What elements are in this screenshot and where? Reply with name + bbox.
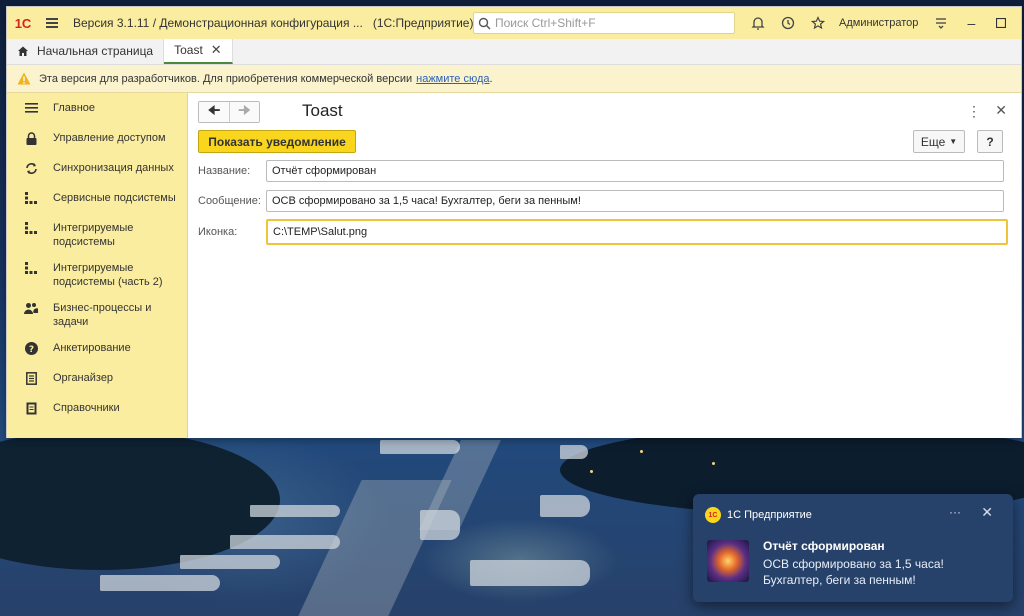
notice-suffix: . bbox=[489, 72, 493, 85]
list-icon bbox=[21, 101, 41, 114]
sidebar-item-integrated[interactable]: Интегрируемые подсистемы bbox=[7, 215, 187, 255]
grid-icon bbox=[21, 261, 41, 274]
show-notification-button[interactable]: Показать уведомление bbox=[198, 130, 356, 153]
notice-text: Эта версия для разработчиков. Для приобр… bbox=[39, 72, 413, 85]
field-name: Название: Отчёт сформирован bbox=[198, 160, 1004, 182]
fireworks-image bbox=[707, 540, 749, 582]
tab-home[interactable]: Начальная страница bbox=[7, 38, 165, 64]
icon-path-input[interactable]: C:\TEMP\Salut.png bbox=[266, 219, 1008, 245]
search-input[interactable]: Поиск Ctrl+Shift+F bbox=[473, 12, 735, 34]
more-label: Еще bbox=[920, 134, 946, 149]
sidebar-item-access[interactable]: Управление доступом bbox=[7, 125, 187, 155]
toast-notification[interactable]: 1С 1С Предприятие ··· ✕ Отчёт сформирова… bbox=[693, 494, 1013, 602]
maximize-icon[interactable] bbox=[986, 7, 1016, 39]
help-button[interactable]: ? bbox=[977, 130, 1003, 153]
sidebar-item-label: Главное bbox=[53, 102, 96, 114]
field-label: Сообщение: bbox=[198, 195, 261, 207]
app-name: (1С:Предприятие) bbox=[372, 16, 474, 30]
sidebar-item-label: Интегрируемые подсистемы (часть 2) bbox=[53, 262, 163, 288]
developer-notice: Эта версия для разработчиков. Для приобр… bbox=[7, 65, 1021, 93]
bell-icon[interactable] bbox=[743, 7, 773, 39]
field-icon: Иконка: C:\TEMP\Salut.png bbox=[198, 219, 1008, 245]
tab-label: Начальная страница bbox=[37, 44, 154, 58]
toast-close-icon[interactable]: ✕ bbox=[981, 504, 993, 521]
field-label: Название: bbox=[198, 165, 251, 177]
notice-link[interactable]: нажмите сюда bbox=[416, 73, 489, 85]
field-message: Сообщение: ОСВ сформировано за 1,5 часа!… bbox=[198, 190, 1004, 212]
search-placeholder: Поиск Ctrl+Shift+F bbox=[495, 16, 596, 30]
toast-message: ОСВ сформировано за 1,5 часа! Бухгалтер,… bbox=[763, 557, 944, 587]
sidebar-item-survey[interactable]: ? Анкетирование bbox=[7, 335, 187, 365]
search-icon bbox=[478, 17, 491, 29]
sidebar-item-organizer[interactable]: Органайзер bbox=[7, 365, 187, 395]
toast-more-icon[interactable]: ··· bbox=[949, 505, 961, 519]
sidebar-item-label: Сервисные подсистемы bbox=[53, 192, 176, 204]
more-button[interactable]: Еще ▼ bbox=[913, 130, 965, 153]
svg-text:?: ? bbox=[28, 345, 33, 355]
sidebar-item-service[interactable]: Сервисные подсистемы bbox=[7, 185, 187, 215]
form-title: Toast bbox=[302, 101, 343, 120]
toast-app-name: 1С Предприятие bbox=[727, 509, 812, 521]
tab-toast[interactable]: Toast ✕ bbox=[164, 38, 233, 64]
name-input[interactable]: Отчёт сформирован bbox=[266, 160, 1004, 182]
sections-panel: Главное Управление доступом Синхронизаци… bbox=[7, 93, 188, 438]
book-icon bbox=[21, 401, 41, 415]
1c-app-icon: 1С bbox=[705, 507, 721, 523]
history-icon[interactable] bbox=[773, 7, 803, 39]
grid-icon bbox=[21, 191, 41, 204]
tab-label: Toast bbox=[174, 43, 203, 57]
close-icon[interactable]: ✕ bbox=[1016, 7, 1024, 39]
toast-header: 1С 1С Предприятие bbox=[705, 507, 812, 523]
dropdown-arrow-icon: ▼ bbox=[949, 137, 958, 146]
warning-icon bbox=[17, 72, 31, 85]
app-window: 1С Версия 3.1.11 / Демонстрационная конф… bbox=[6, 6, 1022, 438]
settings-menu-icon[interactable] bbox=[926, 7, 956, 39]
sidebar-item-label: Анкетирование bbox=[53, 342, 131, 354]
sidebar-item-label: Интегрируемые подсистемы bbox=[53, 222, 134, 248]
1c-logo: 1С bbox=[14, 15, 32, 31]
sidebar-item-label: Органайзер bbox=[53, 372, 114, 384]
main-menu-icon[interactable] bbox=[39, 7, 65, 39]
title-bar: 1С Версия 3.1.11 / Демонстрационная конф… bbox=[7, 7, 1021, 39]
sidebar-item-main[interactable]: Главное bbox=[7, 95, 187, 125]
minimize-icon[interactable]: – bbox=[956, 7, 986, 39]
notebook-icon bbox=[21, 371, 41, 385]
users-icon bbox=[21, 301, 41, 314]
form-close-icon[interactable]: ✕ bbox=[995, 102, 1007, 119]
form-area: 🠈 🠊 Toast ⋮ ✕ Показать уведомление Еще ▼… bbox=[188, 93, 1021, 438]
lock-icon bbox=[21, 131, 41, 145]
star-icon[interactable] bbox=[803, 7, 833, 39]
message-input[interactable]: ОСВ сформировано за 1,5 часа! Бухгалтер,… bbox=[266, 190, 1004, 212]
field-label: Иконка: bbox=[198, 226, 238, 238]
home-icon bbox=[18, 46, 28, 56]
window-title: Версия 3.1.11 / Демонстрационная конфигу… bbox=[73, 16, 363, 30]
sidebar-item-sync[interactable]: Синхронизация данных bbox=[7, 155, 187, 185]
sidebar-item-business-processes[interactable]: Бизнес-процессы и задачи bbox=[7, 295, 187, 335]
tab-bar: Начальная страница Toast ✕ bbox=[7, 38, 1021, 65]
nav-buttons: 🠈 🠊 bbox=[198, 101, 260, 123]
grid-icon bbox=[21, 221, 41, 234]
back-arrow-icon[interactable]: 🠈 bbox=[199, 102, 229, 122]
user-name[interactable]: Администратор bbox=[839, 17, 918, 29]
forward-arrow-icon[interactable]: 🠊 bbox=[229, 102, 259, 122]
sidebar-item-label: Управление доступом bbox=[53, 132, 166, 144]
question-icon: ? bbox=[21, 341, 41, 355]
sidebar-item-integrated-2[interactable]: Интегрируемые подсистемы (часть 2) bbox=[7, 255, 187, 295]
sidebar-item-label: Справочники bbox=[53, 402, 120, 414]
tab-close-icon[interactable]: ✕ bbox=[211, 42, 222, 58]
sidebar-item-label: Бизнес-процессы и задачи bbox=[53, 302, 152, 328]
sync-icon bbox=[21, 161, 41, 175]
sidebar-item-label: Синхронизация данных bbox=[53, 162, 174, 174]
form-menu-icon[interactable]: ⋮ bbox=[967, 103, 981, 120]
sidebar-item-catalogs[interactable]: Справочники bbox=[7, 395, 187, 425]
toast-title: Отчёт сформирован bbox=[763, 539, 885, 553]
